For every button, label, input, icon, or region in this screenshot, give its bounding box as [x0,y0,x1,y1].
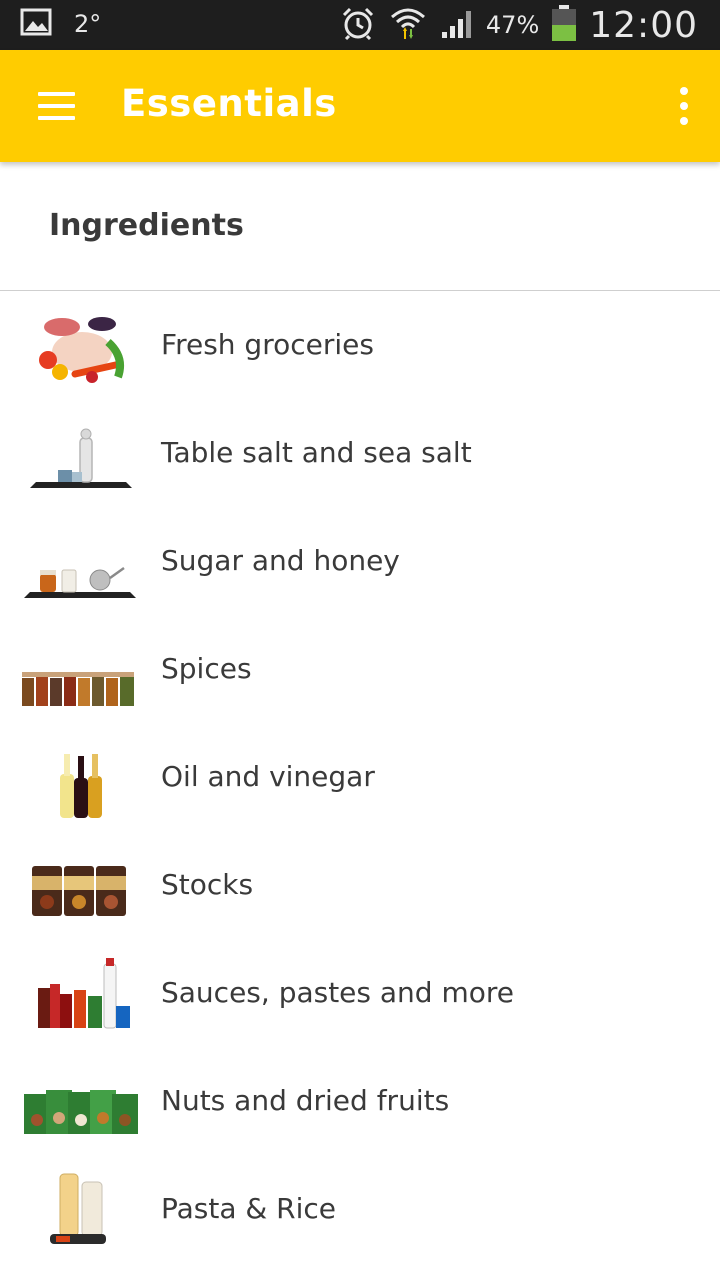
oil-vinegar-image [20,734,142,822]
list-item-table-salt[interactable]: Table salt and sea salt [0,400,720,508]
section-title: Ingredients [49,208,244,243]
more-vert-icon[interactable] [666,80,702,132]
page-title: Essentials [121,82,337,125]
pasta-rice-image [20,1166,142,1254]
item-label: Sugar and honey [161,544,400,577]
item-label: Spices [161,652,252,685]
item-label: Stocks [161,868,254,901]
list-item-sugar-honey[interactable]: Sugar and honey [0,508,720,616]
hamburger-menu-icon[interactable] [28,80,84,132]
image-icon [20,8,52,40]
spices-image [20,626,142,714]
list-item-stocks[interactable]: Stocks [0,832,720,940]
list-item-pasta-rice[interactable]: Pasta & Rice [0,1156,720,1264]
nuts-image [20,1058,142,1146]
app-bar: Essentials [0,50,720,162]
list-item-fresh-groceries[interactable]: Fresh groceries [0,292,720,400]
wifi-icon [388,3,428,47]
item-label: Table salt and sea salt [161,436,472,469]
list-item-oil-vinegar[interactable]: Oil and vinegar [0,724,720,832]
ingredient-list: Fresh groceries Table salt and sea salt [0,292,720,1264]
salt-image [20,410,142,498]
item-label: Sauces, pastes and more [161,976,515,1009]
clock-text: 12:00 [589,4,698,46]
battery-icon [551,4,577,46]
item-label: Nuts and dried fruits [161,1084,450,1117]
list-item-nuts[interactable]: Nuts and dried fruits [0,1048,720,1156]
fresh-groceries-image [20,302,142,390]
list-item-sauces[interactable]: Sauces, pastes and more [0,940,720,1048]
sauces-image [20,950,142,1038]
battery-percent-text: 47% [485,11,540,39]
list-item-spices[interactable]: Spices [0,616,720,724]
stocks-image [20,842,142,930]
item-label: Oil and vinegar [161,760,375,793]
status-bar: 2° 47% 12:00 [0,0,720,50]
item-label: Fresh groceries [161,328,374,361]
item-label: Pasta & Rice [161,1192,336,1225]
sugar-honey-image [20,518,142,606]
section-header: Ingredients [0,162,720,291]
signal-icon [440,6,474,44]
temperature-text: 2° [74,10,102,38]
alarm-icon [340,5,376,45]
